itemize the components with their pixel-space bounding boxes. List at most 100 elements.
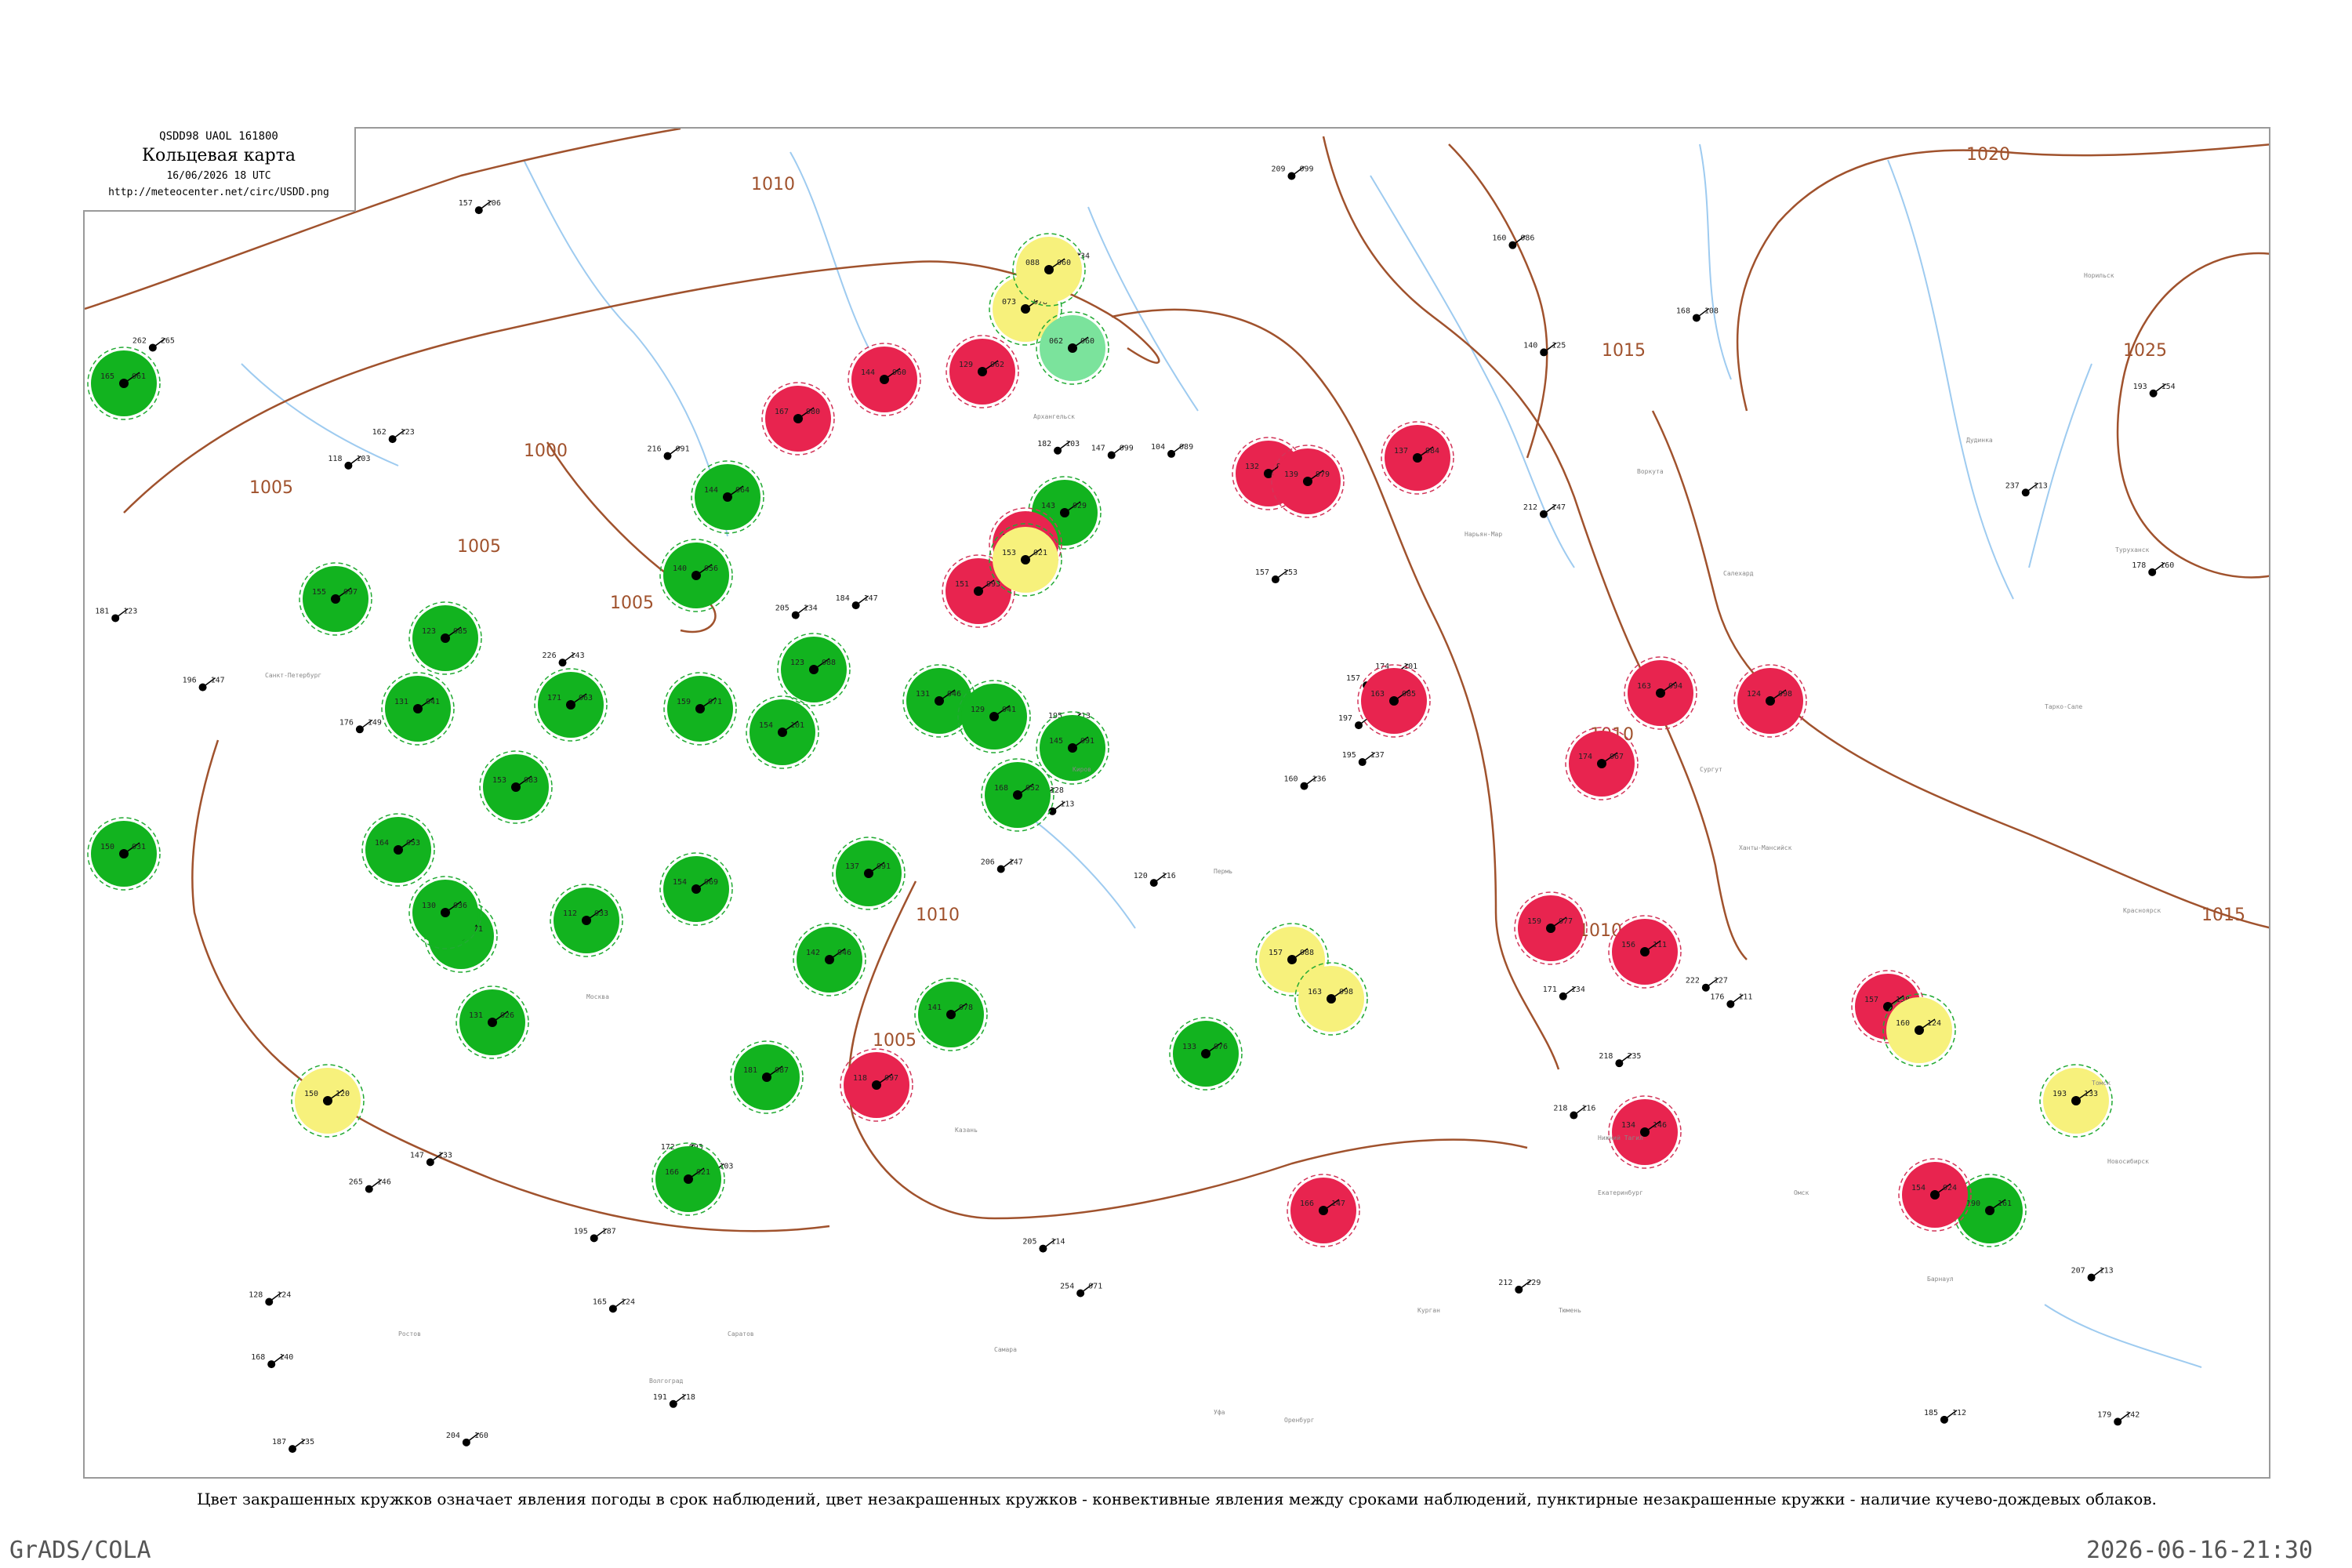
station-plot: 168 140 (251, 1353, 293, 1369)
station-plot: 191 118 (653, 1393, 695, 1408)
station-temp: 160 (1492, 234, 1506, 243)
river-line (241, 363, 399, 466)
station-plot: 140 125 (1523, 341, 1566, 357)
station-pressure: 026 (500, 1011, 514, 1020)
station-temp: 153 (492, 776, 506, 785)
town-label: Томск (2092, 1080, 2111, 1087)
station-plot: 226 143 (543, 652, 585, 667)
station-pressure: 118 (681, 1393, 695, 1402)
station-plot: 222 127 (1686, 977, 1728, 992)
station-pressure: 134 (1571, 985, 1585, 994)
station-plot-red_filled: 134 146 (1608, 1095, 1682, 1169)
station-pressure: 103 (356, 455, 370, 463)
station-temp: 151 (955, 580, 969, 589)
station-plot: 209 099 (1271, 165, 1314, 180)
station-plot: 207 113 (2071, 1266, 2114, 1282)
station-temp: 123 (790, 659, 804, 667)
station-plot: 176 149 (339, 718, 382, 734)
station-pressure: 061 (132, 372, 146, 381)
station-plot: 181 123 (95, 607, 137, 622)
station-plot: 118 103 (328, 455, 370, 470)
isobar-line (1111, 308, 1560, 1070)
station-pressure: 993 (986, 580, 1000, 589)
station-temp: 144 (704, 486, 718, 495)
town-label: Дудинка (1966, 437, 1993, 444)
station-pressure: 060 (1057, 259, 1071, 267)
footer-software-label: GrADS/COLA (9, 1537, 151, 1564)
station-pressure: 962 (990, 361, 1004, 369)
station-temp: 168 (994, 784, 1008, 793)
station-temp: 182 (1037, 440, 1051, 448)
isobar-labels: 1010 1005 1000 1005 1005 1010 1015 1020 1025 1015… (249, 145, 2245, 1051)
station-plot: 196 147 (183, 677, 225, 691)
station-temp: 187 (272, 1438, 286, 1446)
town-label: Нижний Тагил (1598, 1134, 1643, 1142)
isobar-line (2116, 252, 2269, 579)
station-temp: 166 (1300, 1200, 1314, 1208)
station-temp: 163 (1637, 682, 1651, 691)
station-pressure: 134 (804, 604, 818, 613)
station-temp: 167 (775, 408, 789, 416)
river-line (789, 151, 869, 349)
station-pressure: 980 (806, 408, 820, 416)
station-temp: 154 (1911, 1184, 1926, 1192)
station-pressure: 146 (377, 1178, 391, 1187)
station-pressure: 085 (453, 627, 467, 636)
station-plot: 206 147 (981, 858, 1023, 873)
stations-layer: 165 061 150 031 155 097 123 085 131 041 171 063 140 0… (87, 233, 2113, 1247)
station-pressure: 124 (1927, 1019, 1941, 1028)
station-pressure: 024 (1943, 1184, 1957, 1192)
station-pressure: 098 (1339, 988, 1353, 996)
station-pressure: 135 (300, 1438, 314, 1446)
station-pressure: 111 (1653, 941, 1667, 949)
station-plot: 128 124 (249, 1291, 291, 1306)
station-pressure: 979 (1316, 470, 1330, 479)
station-pressure: 146 (1653, 1121, 1667, 1130)
town-label: Норильск (2084, 272, 2114, 279)
station-plot-red_filled: 124 098 (1733, 664, 1807, 738)
station-pressure: 136 (1312, 775, 1326, 784)
station-temp: 157 (1346, 674, 1360, 683)
station-plot: 147 099 (1091, 445, 1134, 459)
station-temp: 137 (845, 862, 859, 871)
station-pressure: 053 (406, 839, 420, 848)
town-label: Уфа (1214, 1409, 1225, 1416)
plain-stations-layer: 1201161181031531131281241570661491031600… (95, 165, 2176, 1454)
station-plot-green_filled: 150 031 (87, 817, 161, 891)
station-plot-lightgreen_filled: 062 060 (1036, 311, 1109, 385)
station-temp: 157 (1269, 949, 1283, 957)
station-pressure: 041 (1002, 706, 1016, 714)
station-temp: 104 (1151, 443, 1165, 452)
station-plot: 168 108 (1676, 307, 1719, 322)
station-pressure: 098 (1778, 690, 1792, 699)
station-pressure: 127 (1714, 977, 1728, 985)
station-plot: 182 103 (1037, 440, 1080, 455)
station-pressure: 083 (524, 776, 538, 785)
station-pressure: 140 (279, 1353, 293, 1362)
station-temp: 174 (1578, 753, 1592, 761)
station-pressure: 089 (1179, 443, 1193, 452)
station-temp: 205 (1022, 1238, 1036, 1247)
station-temp: 196 (183, 677, 197, 685)
station-temp: 164 (375, 839, 389, 848)
station-pressure: 091 (676, 445, 690, 454)
station-plot: 195 187 (574, 1227, 616, 1243)
station-temp: 134 (1621, 1121, 1635, 1130)
station-temp: 123 (422, 627, 436, 636)
map-date: 16/06/2026 18 UTC (166, 170, 271, 182)
station-plot: 184 147 (836, 594, 878, 610)
station-pressure: 091 (877, 862, 891, 871)
station-temp: 131 (916, 690, 930, 699)
station-plot-red_filled: 156 111 (1608, 915, 1682, 989)
station-temp: 145 (1049, 737, 1063, 746)
town-label: Ханты-Мансийск (1739, 844, 1792, 851)
station-plot: 237 113 (2005, 481, 2048, 497)
station-temp: 128 (249, 1291, 263, 1300)
station-pressure: 021 (1033, 549, 1047, 557)
station-temp: 212 (1523, 503, 1537, 512)
isobar-label: 1015 (2201, 906, 2245, 925)
station-pressure: 099 (1299, 165, 1313, 173)
station-temp: 181 (743, 1066, 757, 1075)
station-pressure: 142 (2125, 1410, 2140, 1419)
station-pressure: 029 (1073, 502, 1087, 510)
